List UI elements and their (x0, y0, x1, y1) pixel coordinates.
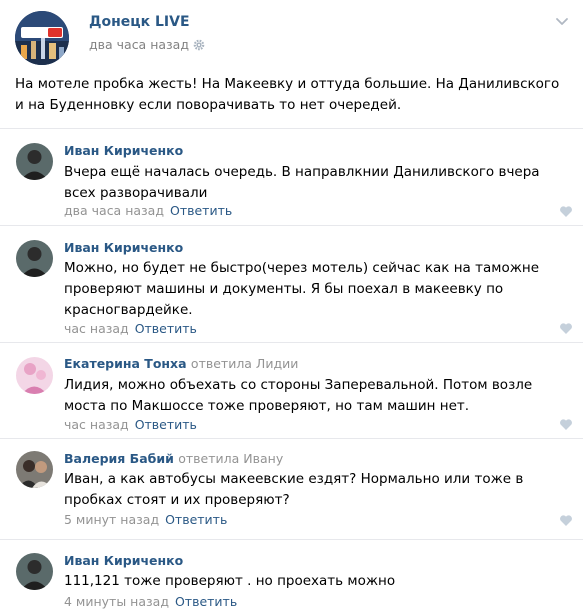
reply-to-label[interactable]: ответила Ивану (178, 451, 283, 466)
comment-text: 111,121 тоже проверяют . но проехать мож… (64, 573, 396, 589)
avatar[interactable] (16, 240, 53, 277)
avatar-photo (16, 357, 53, 394)
comment-time[interactable]: два часа назад (64, 203, 164, 218)
comment-meta: час назад Ответить (64, 321, 197, 336)
comment-text: Вчера ещё началась очередь. В направлкни… (64, 164, 540, 201)
group-logo-image (15, 11, 69, 65)
comment-text: Можно, но будет не быстро(через мотель) … (64, 260, 539, 318)
comment: Валерия Бабий ответила Ивану Иван, а как… (0, 438, 583, 539)
comment-time[interactable]: час назад (64, 321, 129, 336)
comment-meta: два часа назад Ответить (64, 203, 232, 218)
post-time-label[interactable]: два часа назад (89, 37, 189, 52)
comment-author[interactable]: Иван Кириченко (64, 240, 183, 255)
comment-text: Иван, а как автобусы макеевские ездят? Н… (64, 471, 524, 508)
author-name[interactable]: Иван Кириченко (64, 240, 183, 255)
avatar-photo (16, 143, 53, 180)
comment-meta: 4 минуты назад Ответить (64, 594, 237, 609)
comment: Иван Кириченко Можно, но будет не быстро… (0, 225, 583, 342)
author-name[interactable]: Екатерина Тонха (64, 356, 187, 371)
reply-button[interactable]: Ответить (135, 321, 197, 336)
post-time: два часа назад (89, 37, 205, 52)
reply-button[interactable]: Ответить (175, 594, 237, 609)
comment-author[interactable]: Екатерина Тонха ответила Лидии (64, 356, 298, 371)
comment: Екатерина Тонха ответила Лидии Лидия, мо… (0, 342, 583, 438)
avatar-photo (16, 451, 53, 488)
chevron-down-icon[interactable] (555, 14, 569, 28)
post-header: Донецк LIVE два часа назад (0, 0, 583, 66)
reply-button[interactable]: Ответить (135, 417, 197, 432)
comment-text: Лидия, можно объехать со стороны Заперев… (64, 377, 533, 414)
comment-meta: 5 минут назад Ответить (64, 512, 227, 527)
gear-icon[interactable] (193, 39, 205, 51)
avatar[interactable] (16, 357, 53, 394)
comment-time[interactable]: 5 минут назад (64, 512, 159, 527)
post-text: На мотеле пробка жесть! На Макеевку и от… (15, 76, 560, 113)
avatar-photo (16, 240, 53, 277)
avatar[interactable] (16, 553, 53, 590)
comment-author[interactable]: Иван Кириченко (64, 143, 183, 158)
reply-button[interactable]: Ответить (165, 512, 227, 527)
comment-time[interactable]: час назад (64, 417, 129, 432)
heart-icon[interactable] (559, 205, 573, 218)
comment: Иван Кириченко 111,121 тоже проверяют . … (0, 539, 583, 611)
avatar-photo (16, 553, 53, 590)
comment: Иван Кириченко Вчера ещё началась очеред… (0, 128, 583, 225)
reply-button[interactable]: Ответить (170, 203, 232, 218)
comment-author[interactable]: Валерия Бабий ответила Ивану (64, 451, 283, 466)
heart-icon[interactable] (559, 418, 573, 431)
comment-meta: час назад Ответить (64, 417, 197, 432)
author-name[interactable]: Валерия Бабий (64, 451, 174, 466)
author-name[interactable]: Иван Кириченко (64, 143, 183, 158)
avatar[interactable] (16, 143, 53, 180)
group-avatar[interactable] (15, 11, 69, 65)
author-name[interactable]: Иван Кириченко (64, 553, 183, 568)
reply-to-label[interactable]: ответила Лидии (191, 356, 298, 371)
heart-icon[interactable] (559, 514, 573, 527)
comments-list: Иван Кириченко Вчера ещё началась очеред… (0, 128, 583, 611)
group-name-link[interactable]: Донецк LIVE (89, 14, 190, 30)
avatar[interactable] (16, 451, 53, 488)
comment-author[interactable]: Иван Кириченко (64, 553, 183, 568)
comment-time[interactable]: 4 минуты назад (64, 594, 169, 609)
heart-icon[interactable] (559, 322, 573, 335)
